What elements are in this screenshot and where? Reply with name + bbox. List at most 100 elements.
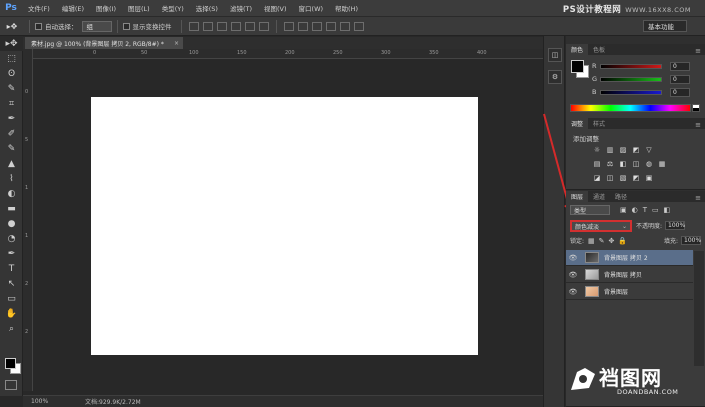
color-spectrum-bw[interactable] bbox=[692, 104, 700, 112]
selective-color-icon[interactable]: ▣ bbox=[644, 173, 654, 182]
eyedropper-tool-icon[interactable]: ✒ bbox=[0, 111, 23, 126]
menu-select[interactable]: 选择(S) bbox=[190, 3, 224, 13]
document-info[interactable]: 文档:929.9K/2.72M bbox=[85, 397, 141, 406]
slider-g[interactable]: G 0 bbox=[592, 74, 702, 84]
eraser-tool-icon[interactable]: ◐ bbox=[0, 186, 23, 201]
layer-row[interactable]: 👁 背景图层 拷贝 bbox=[566, 267, 693, 283]
brush-tool-icon[interactable]: ✎ bbox=[0, 141, 23, 156]
vibrance-icon[interactable]: ▽ bbox=[644, 145, 654, 154]
dodge-tool-icon[interactable]: ◔ bbox=[0, 231, 23, 246]
exposure-icon[interactable]: ◩ bbox=[631, 145, 641, 154]
foreground-color-swatch[interactable] bbox=[5, 358, 16, 369]
menu-file[interactable]: 文件(F) bbox=[22, 3, 56, 13]
menu-filter[interactable]: 滤镜(T) bbox=[224, 3, 258, 13]
menu-window[interactable]: 窗口(W) bbox=[293, 3, 330, 13]
auto-select-checkbox[interactable] bbox=[35, 22, 42, 30]
tab-paths[interactable]: 路径 bbox=[610, 191, 632, 202]
tab-adjustments[interactable]: 调整 bbox=[566, 118, 589, 129]
move-tool-icon[interactable]: ▸✥ bbox=[0, 22, 24, 31]
gradient-map-icon[interactable]: ◩ bbox=[631, 173, 641, 182]
panel-menu-icon[interactable]: ≡ bbox=[695, 194, 701, 202]
tab-styles[interactable]: 样式 bbox=[588, 118, 610, 129]
color-spectrum[interactable] bbox=[570, 104, 691, 112]
panel-menu-icon[interactable]: ≡ bbox=[695, 121, 701, 129]
slider-b[interactable]: B 0 bbox=[592, 87, 702, 97]
align-hcenter-icon[interactable] bbox=[244, 21, 255, 31]
menu-view[interactable]: 视图(V) bbox=[258, 3, 293, 13]
tab-swatches[interactable]: 色板 bbox=[588, 44, 610, 55]
eye-icon[interactable]: 👁 bbox=[566, 254, 580, 262]
color-lookup-icon[interactable]: ▦ bbox=[657, 159, 667, 168]
tab-layers[interactable]: 图层 bbox=[566, 191, 589, 202]
history-brush-tool-icon[interactable]: ⌇ bbox=[0, 171, 23, 186]
gradient-tool-icon[interactable]: ▬ bbox=[0, 201, 23, 216]
curves-icon[interactable]: ▨ bbox=[618, 145, 628, 154]
zoom-tool-icon[interactable]: ⌕ bbox=[0, 321, 23, 336]
clone-stamp-tool-icon[interactable]: ▲ bbox=[0, 156, 23, 171]
document-tab[interactable]: 素材.jpg @ 100% (背景图层 拷贝 2, RGB/8#) * × bbox=[25, 37, 183, 49]
quick-select-tool-icon[interactable]: ✎ bbox=[0, 81, 23, 96]
close-icon[interactable]: × bbox=[174, 40, 179, 47]
align-right-icon[interactable] bbox=[258, 21, 269, 31]
distribute-left-icon[interactable] bbox=[325, 21, 336, 31]
distribute-bottom-icon[interactable] bbox=[311, 21, 322, 31]
marquee-tool-icon[interactable]: ⬚ bbox=[0, 51, 23, 66]
panel-menu-icon[interactable]: ≡ bbox=[695, 47, 701, 55]
slider-g-track[interactable] bbox=[600, 76, 662, 82]
healing-brush-tool-icon[interactable]: ✐ bbox=[0, 126, 23, 141]
channel-mixer-icon[interactable]: ◍ bbox=[644, 159, 654, 168]
move-tool-icon[interactable]: ▸✥ bbox=[0, 36, 23, 51]
show-transform-checkbox[interactable] bbox=[122, 22, 130, 30]
fill-field[interactable]: 100% bbox=[681, 236, 701, 245]
zoom-level[interactable]: 100% bbox=[31, 398, 69, 405]
slider-r-track[interactable] bbox=[600, 63, 662, 69]
quick-mask-icon[interactable] bbox=[5, 380, 17, 390]
brightness-icon[interactable]: ☼ bbox=[592, 145, 602, 154]
menu-image[interactable]: 图像(I) bbox=[90, 3, 122, 13]
threshold-icon[interactable]: ▧ bbox=[618, 173, 628, 182]
levels-icon[interactable]: ▥ bbox=[605, 145, 615, 154]
tab-channels[interactable]: 通道 bbox=[588, 191, 610, 202]
distribute-hcenter-icon[interactable] bbox=[339, 21, 350, 31]
layers-scrollbar[interactable] bbox=[694, 251, 704, 366]
properties-panel-icon[interactable]: ⚙ bbox=[548, 70, 562, 84]
shape-tool-icon[interactable]: ▭ bbox=[0, 291, 23, 306]
align-left-icon[interactable] bbox=[230, 21, 241, 31]
menu-edit[interactable]: 编辑(E) bbox=[56, 3, 90, 13]
black-white-icon[interactable]: ◧ bbox=[618, 159, 628, 168]
pen-tool-icon[interactable]: ✒ bbox=[0, 246, 23, 261]
blur-tool-icon[interactable]: ● bbox=[0, 216, 23, 231]
distribute-vcenter-icon[interactable] bbox=[297, 21, 308, 31]
slider-r-value[interactable]: 0 bbox=[670, 61, 690, 71]
tab-color[interactable]: 颜色 bbox=[566, 44, 589, 55]
workspace-dropdown[interactable]: 基本功能 bbox=[643, 20, 687, 32]
align-bottom-icon[interactable] bbox=[216, 21, 227, 31]
slider-b-value[interactable]: 0 bbox=[670, 87, 690, 97]
hue-saturation-icon[interactable]: ▤ bbox=[592, 159, 602, 168]
slider-g-value[interactable]: 0 bbox=[670, 74, 690, 84]
distribute-right-icon[interactable] bbox=[353, 21, 364, 31]
distribute-top-icon[interactable] bbox=[283, 21, 294, 31]
color-fg-swatch[interactable] bbox=[571, 60, 584, 73]
eye-icon[interactable]: 👁 bbox=[566, 288, 580, 296]
photo-filter-icon[interactable]: ◫ bbox=[631, 159, 641, 168]
auto-select-dropdown[interactable]: 组 bbox=[81, 20, 112, 32]
posterize-icon[interactable]: ◫ bbox=[605, 173, 615, 182]
invert-icon[interactable]: ◪ bbox=[592, 173, 602, 182]
document-canvas[interactable] bbox=[91, 97, 478, 355]
eye-icon[interactable]: 👁 bbox=[566, 271, 580, 279]
type-tool-icon[interactable]: T bbox=[0, 261, 23, 276]
history-panel-icon[interactable]: ◫ bbox=[548, 48, 562, 62]
lasso-tool-icon[interactable]: ʘ bbox=[0, 66, 23, 81]
align-top-icon[interactable] bbox=[188, 21, 199, 31]
layer-row[interactable]: 👁 背景图层 拷贝 2 bbox=[566, 250, 693, 266]
menu-help[interactable]: 帮助(H) bbox=[329, 3, 364, 13]
align-vcenter-icon[interactable] bbox=[202, 21, 213, 31]
path-select-tool-icon[interactable]: ↖ bbox=[0, 276, 23, 291]
layer-filter-dropdown[interactable]: 类型 bbox=[570, 205, 610, 215]
layer-row[interactable]: 👁 背景图层 bbox=[566, 284, 693, 300]
menu-type[interactable]: 类型(Y) bbox=[156, 3, 190, 13]
slider-b-track[interactable] bbox=[600, 89, 662, 95]
color-balance-icon[interactable]: ⚖ bbox=[605, 159, 615, 168]
blend-mode-dropdown[interactable]: 颜色减淡 ⌄ bbox=[570, 220, 632, 232]
